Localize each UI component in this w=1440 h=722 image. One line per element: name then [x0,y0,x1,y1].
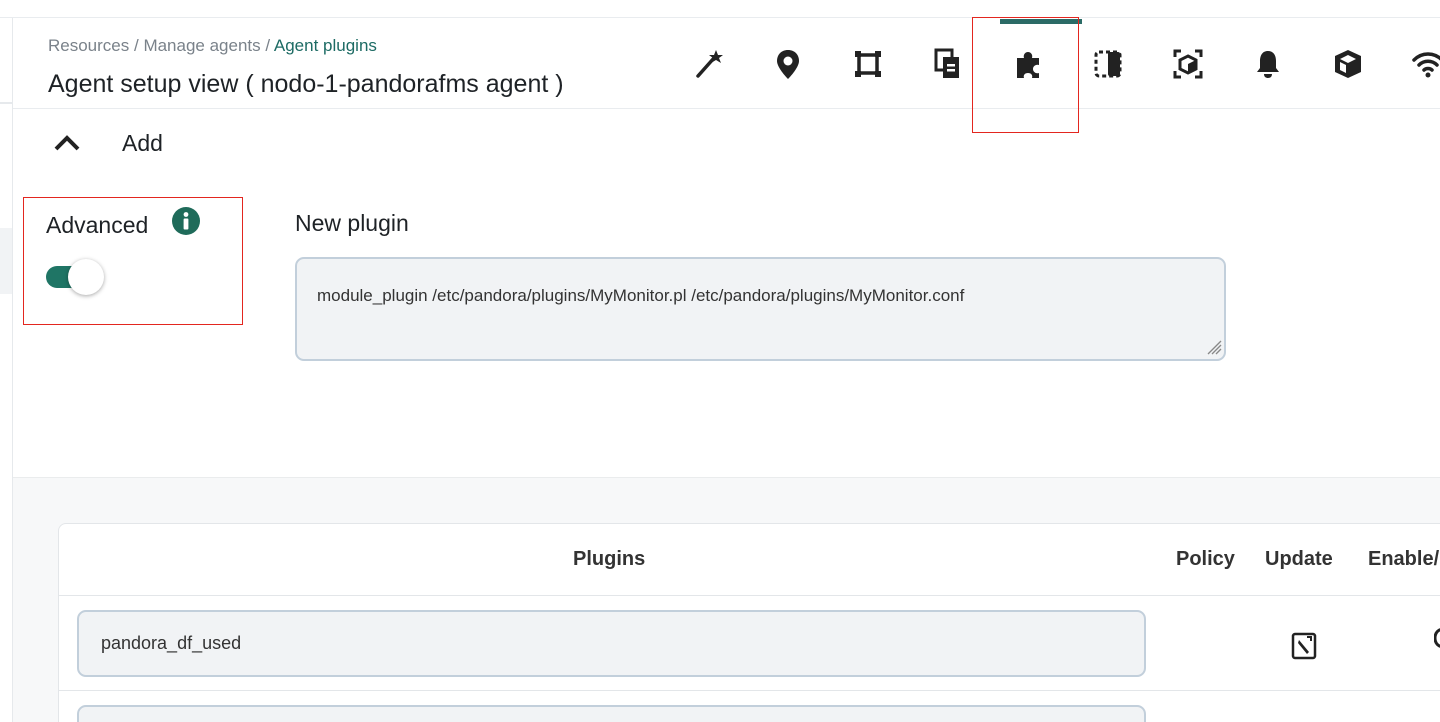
tab-plugins[interactable] [988,18,1082,109]
breadcrumb-item-manage-agents[interactable]: Manage agents [143,36,260,55]
resize-grip-icon[interactable] [1205,338,1222,355]
add-section-label: Add [122,129,163,156]
scan-cube-icon [1173,49,1203,78]
tab-bar [668,18,1440,109]
column-header-update: Update [1265,548,1333,570]
breadcrumb-item-resources[interactable]: Resources [48,36,129,55]
module-frame-icon [855,50,881,77]
tab-wizard[interactable] [668,18,748,109]
info-icon[interactable] [171,206,201,236]
wifi-icon [1412,51,1440,77]
tab-network[interactable] [1388,18,1440,109]
rail-divider [0,102,12,104]
add-section-toggle[interactable]: Add [52,128,163,158]
tab-alerts[interactable] [1228,18,1308,109]
page-title: Agent setup view ( nodo-1-pandorafms age… [48,70,564,98]
tab-scan[interactable] [1148,18,1228,109]
split-panel-icon [1094,50,1122,77]
map-pin-icon [777,49,799,79]
new-plugin-label: New plugin [295,210,409,236]
chevron-up-icon [54,135,80,151]
column-header-plugins: Plugins [573,548,646,570]
table-row-divider [59,690,1440,691]
column-header-enable: Enable/ [1368,548,1440,570]
puzzle-icon [1017,51,1039,78]
copy-icon [934,48,959,78]
edit-icon[interactable] [1290,631,1318,661]
rail-marker [0,228,12,294]
left-rail [0,18,13,722]
magic-wand-icon [696,49,723,78]
tab-copy[interactable] [908,18,988,109]
tab-modules[interactable] [828,18,908,109]
advanced-toggle[interactable] [46,258,108,296]
tab-inventory[interactable] [1308,18,1388,109]
breadcrumb: Resources / Manage agents / Agent plugin… [48,36,377,56]
page-header: Resources / Manage agents / Agent plugin… [13,18,1440,109]
plugin-row-input[interactable] [77,610,1146,677]
tab-location[interactable] [748,18,828,109]
cube-icon [1335,49,1361,78]
toggle-enable-icon[interactable] [1434,628,1440,648]
column-header-policy: Policy [1176,548,1235,570]
bell-icon [1257,50,1279,78]
table-header-divider [59,595,1440,596]
toggle-knob [68,259,104,295]
tab-split[interactable] [1068,18,1148,109]
top-strip [0,0,1440,18]
new-plugin-textarea[interactable] [295,257,1226,361]
advanced-label: Advanced [46,212,149,238]
breadcrumb-current[interactable]: Agent plugins [274,36,377,55]
breadcrumb-separator: / [129,36,144,55]
plugin-row-input[interactable] [77,705,1146,722]
breadcrumb-separator: / [260,36,274,55]
